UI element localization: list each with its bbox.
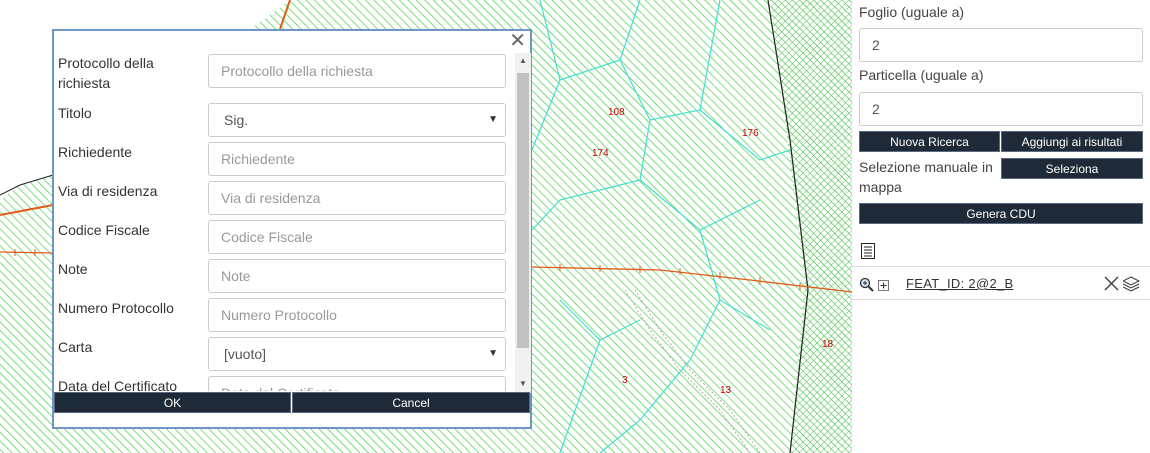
dialog-button-bar: OK Cancel	[54, 392, 530, 414]
titolo-value: Sig.	[224, 112, 249, 128]
parcel-label: 108	[608, 107, 625, 118]
form-scrollbar[interactable]: ▲ ▼	[515, 53, 531, 393]
particella-label: Particella (uguale a)	[859, 67, 984, 83]
feature-link[interactable]: FEAT_ID: 2@2_B	[906, 276, 1013, 291]
parcel-label: 13	[720, 385, 732, 396]
cancel-button[interactable]: Cancel	[292, 392, 530, 413]
codice-fiscale-input[interactable]: Codice Fiscale	[208, 220, 506, 254]
list-icon[interactable]	[861, 243, 875, 259]
particella-input[interactable]: 2	[859, 92, 1143, 126]
cdu-request-dialog: ✕ Protocollo della richiesta Protocollo …	[52, 29, 532, 429]
titolo-select[interactable]: Sig. ▼	[208, 103, 506, 137]
carta-value: [vuoto]	[224, 346, 267, 362]
generate-cdu-button[interactable]: Genera CDU	[859, 203, 1143, 224]
label-note: Note	[58, 261, 88, 277]
label-via-residenza: Via di residenza	[58, 183, 158, 199]
scroll-down-icon[interactable]: ▼	[519, 379, 527, 388]
foglio-label: Foglio (uguale a)	[859, 4, 965, 20]
ok-button[interactable]: OK	[54, 392, 291, 413]
numero-protocollo-input[interactable]: Numero Protocollo	[208, 298, 506, 332]
label-carta: Carta	[58, 339, 93, 355]
parcel-label: 176	[742, 128, 759, 139]
note-input[interactable]: Note	[208, 259, 506, 293]
form-area: Protocollo della richiesta Protocollo de…	[54, 51, 514, 391]
parcel-label: 174	[592, 148, 609, 159]
dropdown-caret-icon: ▼	[488, 348, 498, 359]
parcel-label: 18	[822, 339, 834, 350]
add-results-button[interactable]: Aggiungi ai risultati	[1001, 131, 1143, 152]
label-codice-fiscale: Codice Fiscale	[58, 222, 150, 238]
expand-icon[interactable]	[878, 280, 889, 291]
search-panel: Foglio (uguale a) 2 Particella (uguale a…	[852, 0, 1150, 453]
label-titolo: Titolo	[58, 105, 92, 121]
protocollo-richiesta-input[interactable]: Protocollo della richiesta	[208, 54, 506, 88]
new-search-button[interactable]: Nuova Ricerca	[859, 131, 1000, 152]
layers-icon[interactable]	[1123, 276, 1140, 292]
foglio-input[interactable]: 2	[859, 28, 1143, 62]
parcel-label: 3	[622, 375, 628, 386]
carta-select[interactable]: [vuoto] ▼	[208, 337, 506, 371]
scroll-thumb[interactable]	[517, 73, 529, 348]
label-richiedente: Richiedente	[58, 144, 132, 160]
manual-select-label: Selezione manuale in mappa	[859, 159, 993, 195]
remove-icon[interactable]	[1104, 276, 1119, 291]
scroll-up-icon[interactable]: ▲	[519, 56, 527, 65]
label-numero-protocollo: Numero Protocollo	[58, 300, 174, 316]
label-data-certificato: Data del Certificato	[58, 378, 178, 391]
select-button[interactable]: Seleziona	[1001, 158, 1143, 179]
zoom-in-icon[interactable]	[859, 277, 874, 292]
data-certificato-input[interactable]: Data del Certificato	[208, 376, 506, 391]
dropdown-caret-icon: ▼	[488, 114, 498, 125]
via-residenza-input[interactable]: Via di residenza	[208, 181, 506, 215]
close-icon[interactable]: ✕	[509, 31, 526, 51]
richiedente-input[interactable]: Richiedente	[208, 142, 506, 176]
label-protocollo-richiesta: Protocollo della richiesta	[58, 55, 154, 91]
result-row: FEAT_ID: 2@2_B	[852, 266, 1150, 300]
